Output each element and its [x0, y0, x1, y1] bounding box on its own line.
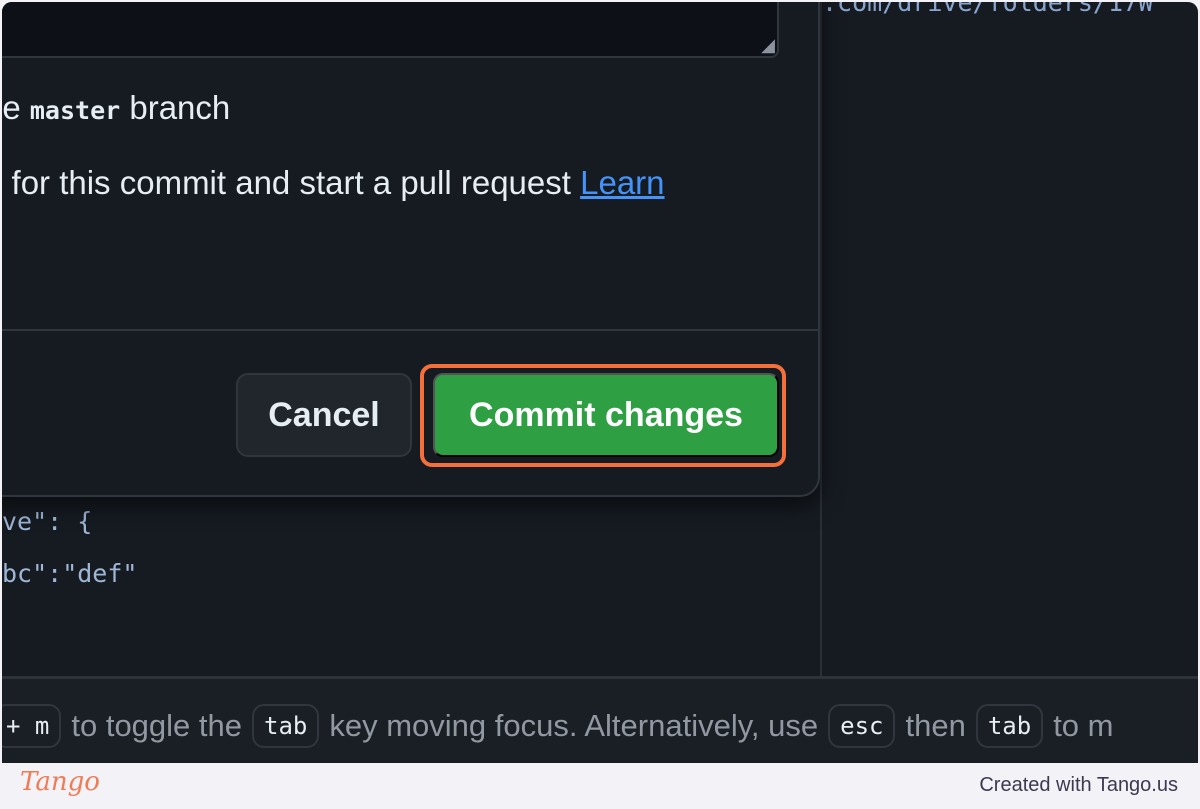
description-textarea[interactable]: ◢ — [2, 2, 779, 58]
hint-text: to toggle the — [71, 708, 242, 743]
kbd-key: + m — [2, 704, 62, 748]
tango-logo: Tango — [20, 767, 100, 797]
code-line: ve": { — [2, 507, 93, 536]
divider — [2, 329, 820, 331]
new-branch-option[interactable]: n for this commit and start a pull reque… — [2, 164, 665, 202]
kbd-key: esc — [828, 704, 896, 748]
branch-name: master — [29, 96, 121, 125]
commit-dialog: ◢ ne master branch n for this commit and… — [2, 2, 820, 497]
hint-text: then — [905, 708, 966, 743]
option-text: n for this commit and start a pull reque… — [2, 164, 581, 201]
kbd-key: tab — [975, 704, 1044, 748]
learn-more-link[interactable]: Learn — [580, 164, 664, 201]
screen: .com/drive/folders/17W ve": { bc":"def" … — [2, 2, 1198, 763]
option-text: ne — [2, 89, 21, 126]
code-url-line: .com/drive/folders/17W — [822, 2, 1154, 17]
cancel-button[interactable]: Cancel — [236, 373, 412, 457]
commit-changes-button[interactable]: Commit changes — [433, 373, 779, 457]
kbd-key: tab — [252, 704, 320, 748]
divider — [820, 2, 822, 763]
tango-footer: Tango Created with Tango.us — [0, 763, 1200, 809]
option-text: branch — [120, 89, 231, 126]
hint-text: key moving focus. Alternatively, use — [329, 708, 819, 743]
commit-directly-option[interactable]: ne master branch — [2, 89, 230, 127]
keyboard-hint-bar: + m to toggle the tab key moving focus. … — [2, 676, 1198, 763]
code-line: bc":"def" — [2, 559, 138, 588]
hint-text: to m — [1053, 708, 1114, 743]
credit-text: Created with Tango.us — [979, 774, 1178, 796]
resize-handle-icon[interactable]: ◢ — [761, 35, 775, 56]
